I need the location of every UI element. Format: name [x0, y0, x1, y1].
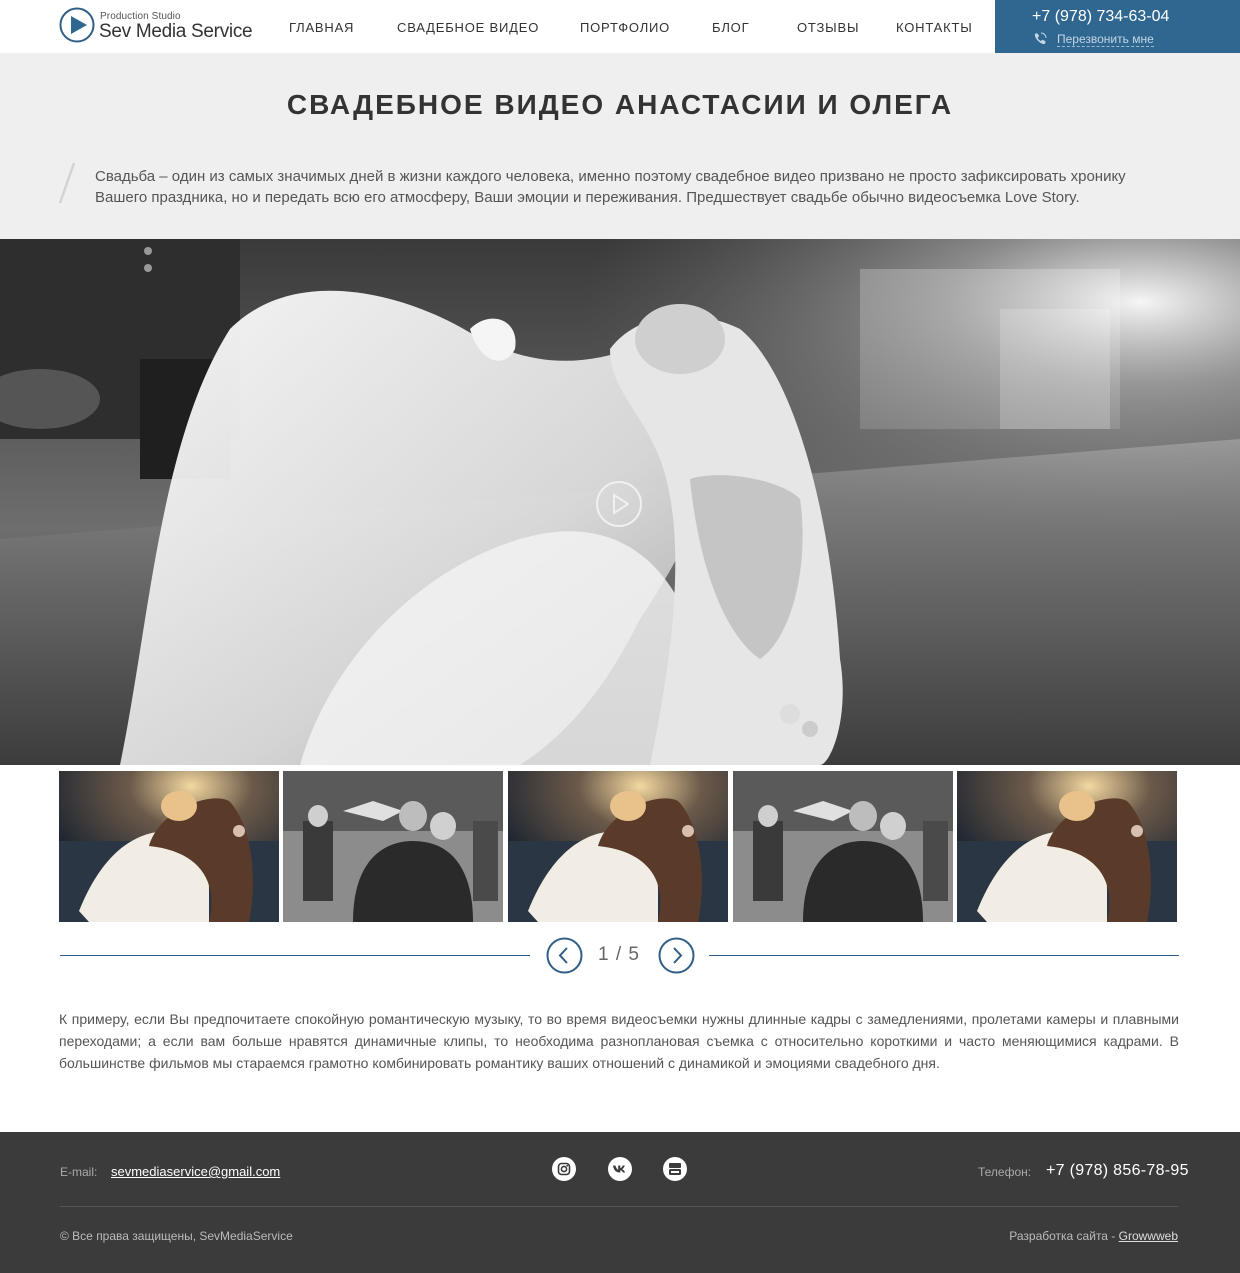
next-arrow-icon[interactable]	[658, 937, 695, 974]
thumbnail-3[interactable]	[508, 771, 728, 922]
email-label: E-mail:	[60, 1165, 98, 1179]
nav-item-blog[interactable]: БЛОГ	[712, 20, 749, 35]
nav-item-portfolio[interactable]: ПОРТФОЛИО	[580, 20, 670, 35]
thumbnail-2[interactable]	[283, 771, 503, 922]
copyright: © Все права защищены, SevMediaService	[60, 1229, 293, 1243]
main-nav: ГЛАВНАЯ СВАДЕБНОЕ ВИДЕО ПОРТФОЛИО БЛОГ О…	[0, 20, 990, 40]
phone-icon	[1034, 32, 1047, 45]
developer-credit: Разработка сайта - Growwweb	[1009, 1229, 1178, 1243]
thumbnail-strip	[59, 771, 1179, 922]
nav-item-reviews[interactable]: ОТЗЫВЫ	[797, 20, 859, 35]
pager-line-left	[60, 955, 530, 956]
instagram-icon[interactable]	[551, 1156, 577, 1182]
vk-icon[interactable]	[607, 1156, 633, 1182]
body-text: К примеру, если Вы предпочитаете спокойн…	[59, 1011, 1179, 1071]
site-footer: E-mail: sevmediaservice@gmail.com Телефо…	[0, 1132, 1240, 1273]
footer-phone[interactable]: +7 (978) 856-78-95	[1046, 1162, 1189, 1180]
callback-label[interactable]: Перезвонить мне	[1057, 32, 1154, 47]
guests-hugging-icon	[733, 771, 953, 922]
video-player[interactable]	[0, 239, 1240, 765]
intro-section: СВАДЕБНОЕ ВИДЕО АНАСТАСИИ И ОЛЕГА Свадьб…	[0, 53, 1240, 239]
site-header: Production Studio Sev Media Service ГЛАВ…	[0, 0, 1240, 53]
thumbnail-4[interactable]	[733, 771, 953, 922]
bride-and-groom-sunset-icon	[957, 771, 1177, 922]
bride-and-groom-sunset-icon	[59, 771, 279, 922]
nav-item-wedding-video[interactable]: СВАДЕБНОЕ ВИДЕО	[397, 20, 539, 35]
page-title: СВАДЕБНОЕ ВИДЕО АНАСТАСИИ И ОЛЕГА	[286, 89, 954, 120]
pager-counter: 1 / 5	[598, 944, 640, 965]
quote-slash-icon	[58, 162, 76, 204]
thumbnail-1[interactable]	[59, 771, 279, 922]
guests-hugging-icon	[283, 771, 503, 922]
header-phone[interactable]: +7 (978) 734-63-04	[1032, 8, 1169, 26]
nav-item-home[interactable]: ГЛАВНАЯ	[289, 20, 354, 35]
youtube-icon[interactable]	[662, 1156, 688, 1182]
developer-label: Разработка сайта -	[1009, 1229, 1119, 1243]
thumbnail-5[interactable]	[957, 771, 1177, 922]
nav-item-contacts[interactable]: КОНТАКТЫ	[896, 20, 973, 35]
developer-link[interactable]: Growwweb	[1119, 1229, 1178, 1243]
prev-arrow-icon[interactable]	[546, 937, 583, 974]
phone-label: Телефон:	[978, 1165, 1032, 1179]
footer-divider	[60, 1206, 1178, 1207]
play-button-icon[interactable]	[595, 480, 643, 528]
intro-text: Свадьба – один из самых значимых дней в …	[95, 168, 1126, 206]
email-link[interactable]: sevmediaservice@gmail.com	[111, 1164, 280, 1179]
bride-and-groom-sunset-icon	[508, 771, 728, 922]
pager-line-right	[709, 955, 1179, 956]
header-phone-box: +7 (978) 734-63-04 Перезвонить мне	[995, 0, 1240, 53]
